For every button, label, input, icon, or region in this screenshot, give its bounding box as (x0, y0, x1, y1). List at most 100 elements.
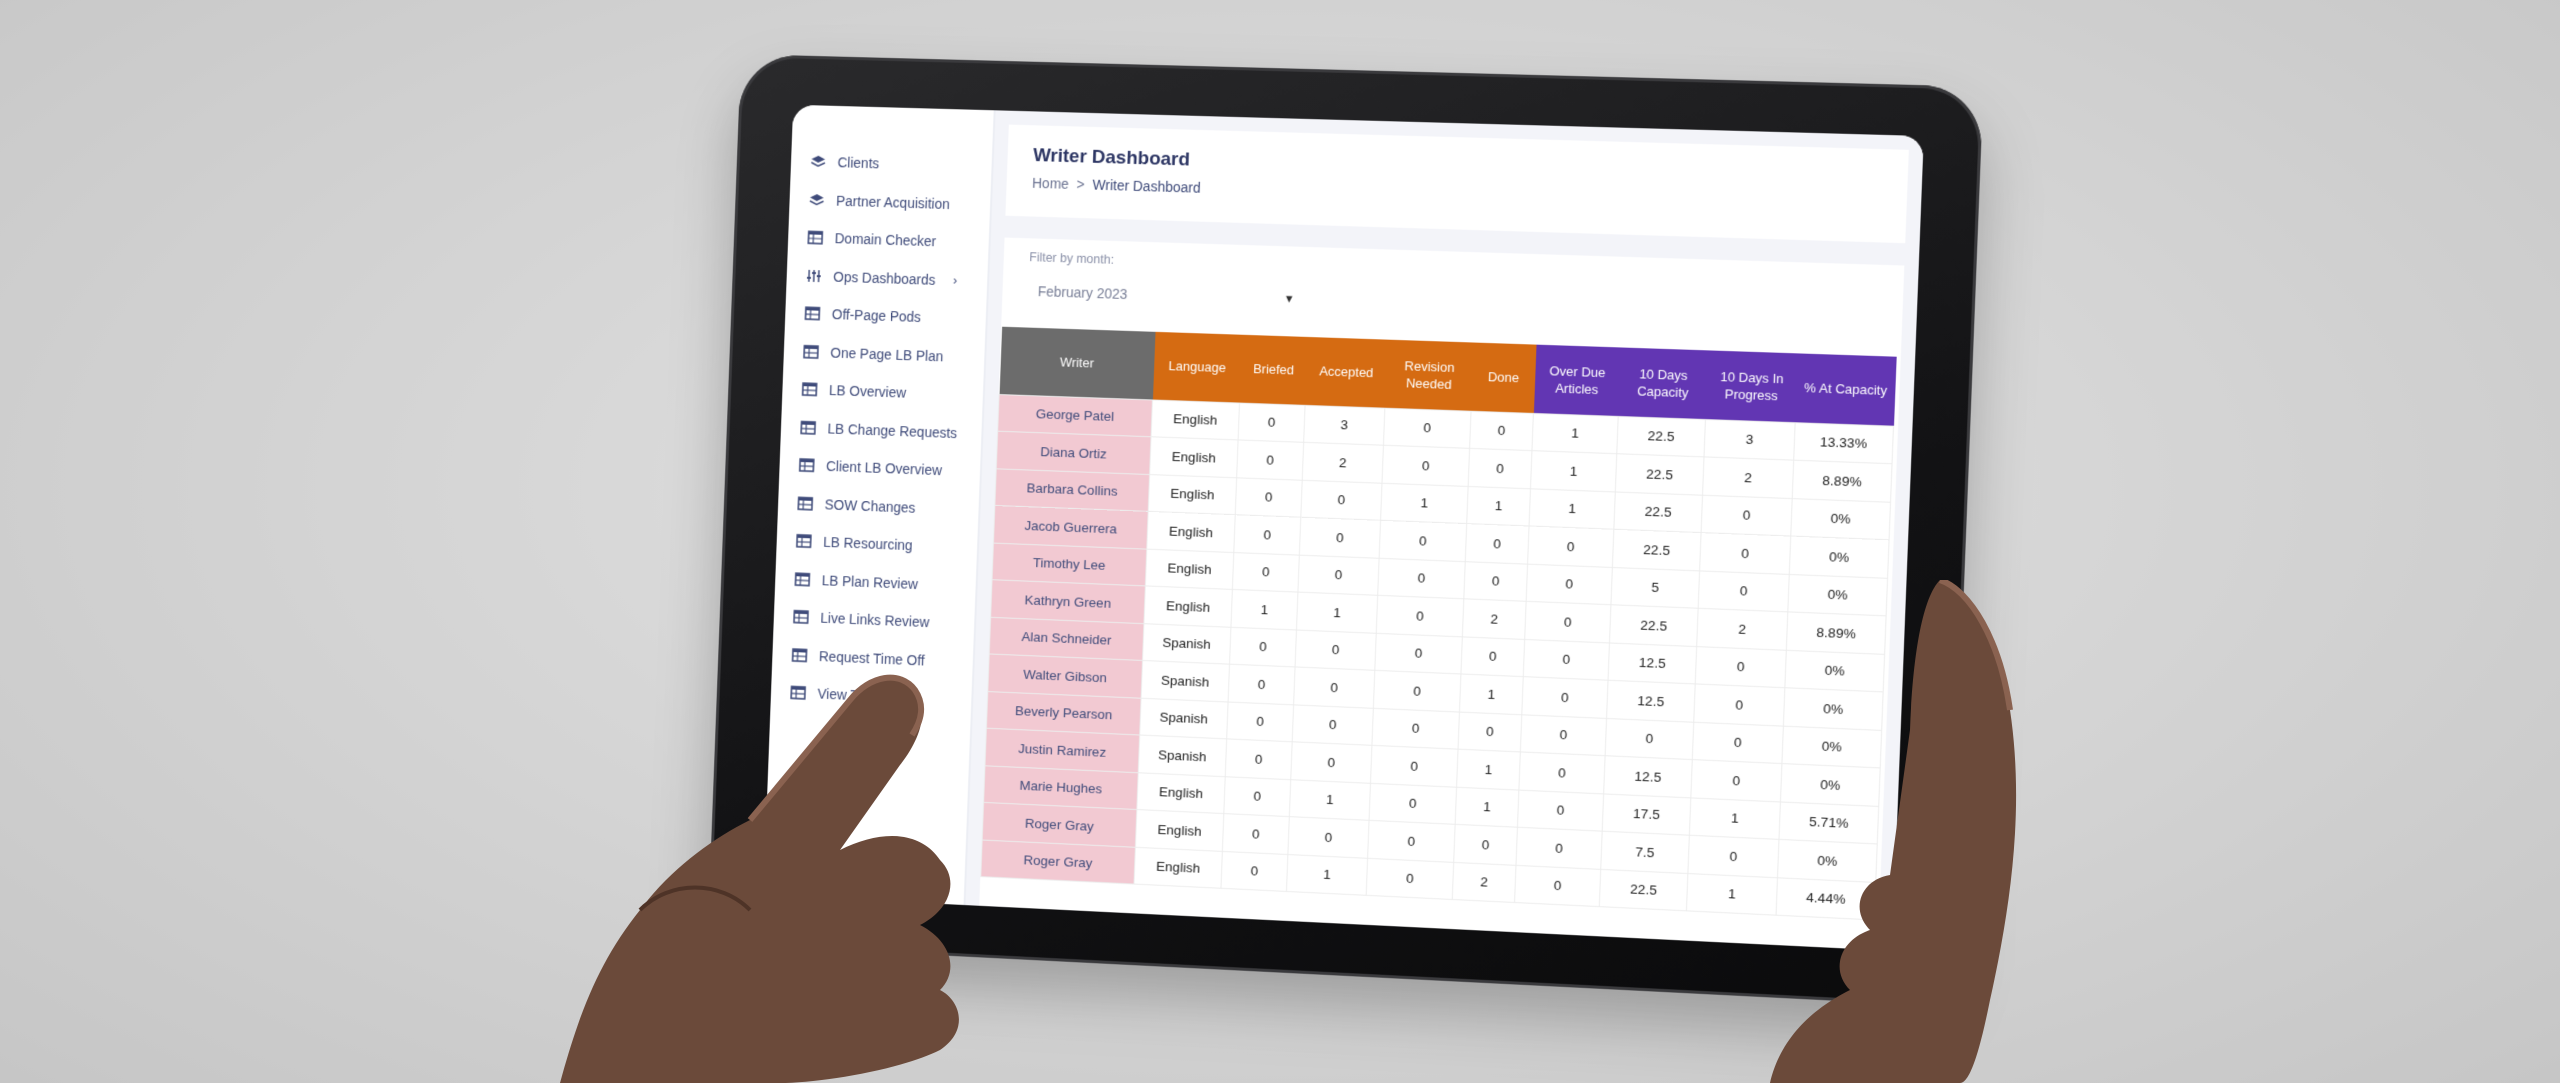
sidebar-item-partner-acquisition[interactable]: Partner Acquisition (789, 180, 991, 224)
cell-over-due: 0 (1514, 864, 1601, 907)
cell-pct-capacity: 8.89% (1792, 460, 1893, 502)
cell-briefed: 0 (1238, 402, 1306, 443)
cell-writer: Barbara Collins (994, 468, 1150, 512)
col-done[interactable]: Done (1471, 342, 1537, 413)
cell-revision-needed: 0 (1373, 670, 1461, 712)
col-pct-capacity[interactable]: % At Capacity (1795, 353, 1897, 426)
cell-briefed: 0 (1236, 439, 1304, 480)
cell-capacity: 12.5 (1608, 642, 1697, 684)
table-icon (803, 344, 819, 358)
cell-accepted: 1 (1289, 779, 1371, 821)
cell-over-due: 0 (1524, 601, 1611, 643)
cell-revision-needed: 0 (1383, 407, 1472, 449)
cell-accepted: 1 (1296, 592, 1378, 633)
cell-revision-needed: 0 (1367, 820, 1456, 862)
cell-pct-capacity: 13.33% (1793, 422, 1894, 464)
col-revision-needed[interactable]: Revision Needed (1384, 339, 1474, 411)
table-icon (807, 231, 823, 245)
cell-capacity: 22.5 (1615, 453, 1705, 495)
cell-language: English (1149, 436, 1239, 478)
sliders-icon (806, 269, 822, 283)
caret-down-icon: ▼ (1283, 293, 1295, 306)
col-accepted[interactable]: Accepted (1305, 336, 1388, 408)
cell-over-due: 0 (1527, 525, 1614, 567)
cell-briefed: 0 (1220, 850, 1288, 892)
col-language[interactable]: Language (1152, 331, 1243, 403)
sidebar-item-clients[interactable]: Clients (790, 142, 992, 186)
cell-briefed: 0 (1233, 514, 1301, 555)
cell-briefed: 0 (1232, 552, 1300, 593)
cell-over-due: 1 (1531, 412, 1619, 454)
cell-in-progress: 0 (1701, 494, 1793, 537)
col-in-progress[interactable]: 10 Days In Progress (1705, 350, 1798, 423)
col-capacity[interactable]: 10 Days Capacity (1618, 347, 1709, 420)
cell-revision-needed: 0 (1379, 520, 1467, 562)
layers-icon (810, 155, 826, 169)
cell-capacity: 22.5 (1599, 868, 1688, 911)
col-briefed[interactable]: Briefed (1239, 334, 1308, 405)
cell-writer: Diana Ortiz (996, 431, 1152, 475)
cell-done: 0 (1458, 711, 1522, 752)
cell-done: 1 (1456, 749, 1521, 790)
cell-language: English (1133, 846, 1223, 889)
col-writer[interactable]: Writer (999, 326, 1156, 400)
month-select[interactable]: February 2023 ▼ (1031, 274, 1301, 317)
cell-language: English (1136, 772, 1226, 814)
cell-capacity: 12.5 (1603, 755, 1693, 798)
cell-language: English (1143, 585, 1233, 627)
month-select-value: February 2023 (1037, 283, 1128, 303)
sidebar-item-label: LB Resourcing (822, 534, 913, 554)
cell-briefed: 0 (1228, 664, 1296, 705)
cell-over-due: 0 (1515, 827, 1603, 869)
cell-language: Spanish (1141, 660, 1230, 702)
cell-over-due: 1 (1529, 488, 1616, 530)
cell-over-due: 0 (1517, 789, 1604, 832)
col-over-due[interactable]: Over Due Articles (1533, 344, 1621, 416)
cell-briefed: 0 (1225, 738, 1293, 780)
cell-capacity: 22.5 (1609, 604, 1699, 647)
cell-language: Spanish (1139, 697, 1229, 739)
breadcrumb-home[interactable]: Home (1032, 175, 1069, 192)
cell-revision-needed: 1 (1380, 482, 1469, 524)
cell-pct-capacity: 0% (1789, 536, 1890, 578)
cell-capacity: 22.5 (1612, 529, 1702, 571)
cell-over-due: 0 (1521, 676, 1609, 718)
table-icon (804, 307, 820, 321)
sidebar-item-domain-checker[interactable]: Domain Checker (787, 218, 989, 262)
cell-done: 0 (1453, 824, 1518, 865)
table-icon (796, 534, 812, 548)
cell-over-due: 0 (1523, 638, 1610, 681)
cell-briefed: 0 (1223, 776, 1291, 817)
cell-language: English (1151, 399, 1240, 440)
table-icon (797, 496, 813, 510)
chevron-right-icon[interactable]: › (953, 273, 958, 288)
cell-writer: Jacob Guerrera (993, 505, 1149, 549)
cell-briefed: 1 (1230, 589, 1298, 630)
sidebar-item-label: LB Change Requests (827, 420, 958, 441)
cell-done: 0 (1465, 523, 1530, 564)
cell-accepted: 0 (1293, 666, 1375, 708)
cell-over-due: 1 (1530, 450, 1617, 492)
cell-revision-needed: 0 (1382, 445, 1470, 486)
cell-accepted: 1 (1286, 854, 1368, 896)
sidebar-item-label: Off-Page Pods (831, 306, 922, 326)
cell-accepted: 0 (1295, 629, 1377, 671)
sidebar-item-label: One Page LB Plan (830, 344, 944, 365)
sidebar-item-label: SOW Changes (824, 496, 916, 516)
cell-capacity: 22.5 (1613, 491, 1703, 533)
cell-accepted: 0 (1299, 517, 1381, 558)
cell-revision-needed: 0 (1377, 557, 1466, 599)
cell-revision-needed: 0 (1371, 707, 1460, 750)
cell-pct-capacity: 0% (1790, 498, 1891, 540)
cell-accepted: 2 (1302, 442, 1384, 483)
cell-capacity: 12.5 (1606, 680, 1696, 722)
cell-language: English (1146, 511, 1236, 553)
cell-briefed: 0 (1235, 477, 1303, 518)
sidebar-item-label: Client LB Overview (825, 458, 943, 479)
cell-capacity: 22.5 (1616, 415, 1706, 457)
cell-accepted: 0 (1297, 554, 1380, 596)
sidebar-item-ops-dashboards[interactable]: Ops Dashboards › (786, 256, 988, 300)
cell-done: 0 (1468, 448, 1532, 489)
cell-done: 2 (1462, 598, 1527, 639)
table-icon (799, 458, 815, 472)
